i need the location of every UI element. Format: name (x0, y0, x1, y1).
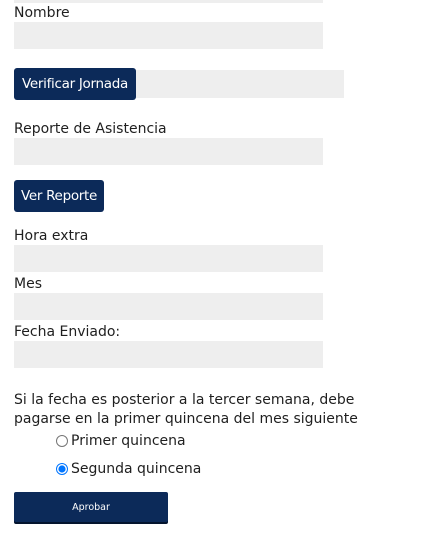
reporte-asistencia-label: Reporte de Asistencia (14, 121, 167, 137)
nombre-input[interactable] (14, 22, 323, 49)
fecha-enviado-label: Fecha Enviado: (14, 324, 121, 340)
mes-input[interactable] (14, 293, 323, 320)
aprobar-button[interactable]: Aprobar (14, 492, 168, 522)
option-segunda-quincena[interactable]: Segunda quincena (56, 461, 201, 477)
segunda-quincena-label: Segunda quincena (71, 461, 202, 477)
verificar-jornada-button[interactable]: Verificar Jornada (14, 68, 136, 100)
previous-field-edge (14, 0, 323, 3)
nombre-label: Nombre (14, 5, 70, 21)
option-primer-quincena[interactable]: Primer quincena (56, 433, 186, 449)
payment-note: Si la fecha es posterior a la tercer sem… (14, 392, 358, 427)
segunda-quincena-radio[interactable] (56, 463, 68, 475)
hora-extra-input[interactable] (14, 245, 323, 272)
primer-quincena-label: Primer quincena (71, 433, 186, 449)
primer-quincena-radio[interactable] (56, 435, 68, 447)
hora-extra-label: Hora extra (14, 228, 89, 244)
reporte-asistencia-input[interactable] (14, 138, 323, 165)
mes-label: Mes (14, 276, 42, 292)
fecha-enviado-input[interactable] (14, 341, 323, 368)
ver-reporte-button[interactable]: Ver Reporte (14, 180, 104, 212)
